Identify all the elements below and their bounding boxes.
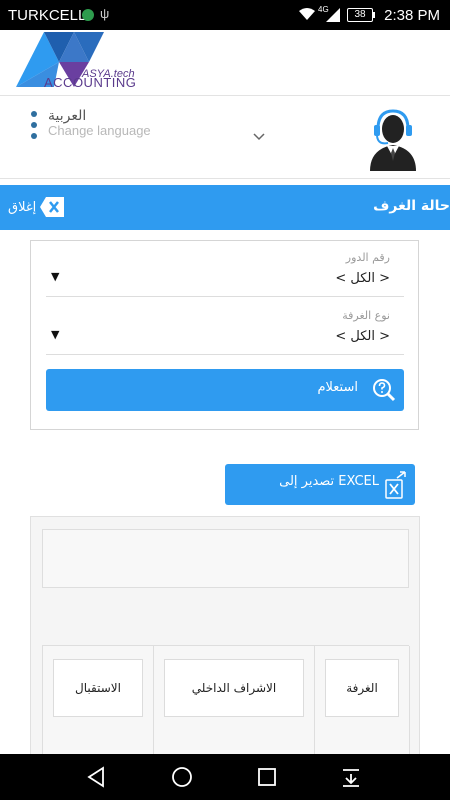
notification-drawer-icon[interactable] <box>340 766 362 788</box>
search-help-icon <box>373 379 396 402</box>
column-header-housekeeping: الاشراف الداخلي <box>164 659 304 717</box>
title-bar: إغلاق حالة الغرف <box>0 185 450 230</box>
table-column-reception: الاستقبال <box>43 646 154 758</box>
query-button[interactable]: استعلام <box>46 369 404 411</box>
usb-icon: ψ <box>100 6 110 21</box>
rooms-table: الاستقبال الاشراف الداخلي الغرفة <box>30 516 420 766</box>
app-header: ASYA.tech ACCOUNTING <box>0 30 450 96</box>
floor-number-label: رقم الدور <box>345 251 390 264</box>
back-triangle-icon[interactable] <box>86 766 108 788</box>
support-agent-icon <box>370 109 416 171</box>
filter-panel: رقم الدور < الكل > ▼ نوع الغرفة < الكل >… <box>30 240 419 430</box>
floor-number-select[interactable]: رقم الدور < الكل > ▼ <box>46 251 404 297</box>
table-column-room: الغرفة <box>315 646 410 758</box>
floor-number-value: < الكل > <box>335 271 390 286</box>
battery-icon: 38 <box>347 8 373 22</box>
room-type-value: < الكل > <box>335 329 390 344</box>
status-bar: TURKCELL ψ 4G 38 2:38 PM <box>0 0 450 30</box>
signal-icon <box>326 8 340 22</box>
close-button[interactable]: إغلاق <box>8 196 65 218</box>
recent-square-icon[interactable] <box>256 766 278 788</box>
column-header-room: الغرفة <box>325 659 399 717</box>
home-circle-icon[interactable] <box>171 766 193 788</box>
chevron-down-icon[interactable] <box>253 133 265 141</box>
column-header-reception: الاستقبال <box>53 659 143 717</box>
clock: 2:38 PM <box>384 7 440 24</box>
more-vertical-icon[interactable] <box>31 111 37 141</box>
android-nav-bar <box>0 754 450 800</box>
export-excel-button[interactable]: تصدير إلى EXCEL <box>225 464 415 505</box>
dropdown-arrow-icon[interactable]: ▼ <box>51 270 59 283</box>
logo-title: ACCOUNTING <box>44 75 137 90</box>
close-label: إغلاق <box>8 199 37 215</box>
room-type-select[interactable]: نوع الغرفة < الكل > ▼ <box>46 309 404 355</box>
dropdown-arrow-icon[interactable]: ▼ <box>51 328 59 341</box>
language-selector[interactable]: العربية Change language <box>0 97 450 179</box>
close-x-icon <box>40 197 65 217</box>
carrier-check-icon <box>82 9 94 21</box>
table-summary-area <box>42 529 409 588</box>
wifi-icon <box>299 8 315 20</box>
query-label: استعلام <box>317 380 358 395</box>
excel-export-icon <box>385 471 406 499</box>
language-english-label: Change language <box>48 123 151 138</box>
battery-tip <box>373 12 375 18</box>
export-label: تصدير إلى EXCEL <box>279 474 379 489</box>
table-column-housekeeping: الاشراف الداخلي <box>154 646 315 758</box>
room-type-label: نوع الغرفة <box>342 309 390 322</box>
language-native-label: العربية <box>48 108 87 124</box>
table-header-row: الاستقبال الاشراف الداخلي الغرفة <box>42 645 410 758</box>
page-title: حالة الغرف <box>373 198 450 214</box>
carrier-name: TURKCELL <box>8 7 87 24</box>
